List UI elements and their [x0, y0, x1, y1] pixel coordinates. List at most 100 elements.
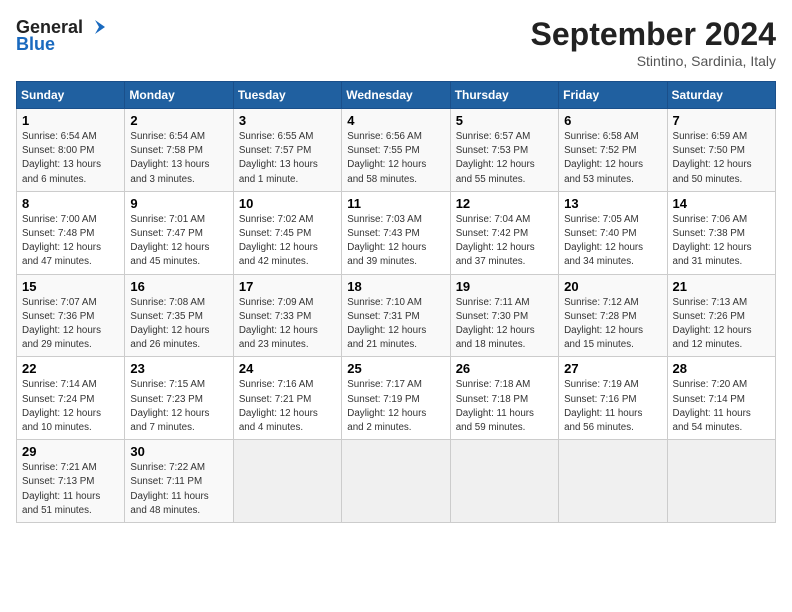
day-number: 29 [22, 444, 119, 459]
calendar-cell: 25 Sunrise: 7:17 AM Sunset: 7:19 PM Dayli… [342, 357, 450, 440]
calendar-cell: 27Sunrise: 7:19 AM Sunset: 7:16 PM Dayli… [559, 357, 667, 440]
day-info: Sunrise: 7:10 AM Sunset: 7:31 PM Dayligh… [347, 296, 444, 353]
page-header: General Blue September 2024 Stintino, Sa… [16, 16, 776, 69]
calendar-cell: 10 Sunrise: 7:02 AM Sunset: 7:45 PM Dayli… [233, 191, 341, 274]
day-info: Sunrise: 7:01 AM Sunset: 7:47 PM Dayligh… [130, 213, 227, 270]
calendar-cell: 6 Sunrise: 6:58 AM Sunset: 7:52 PM Daylig… [559, 109, 667, 192]
day-number: 19 [456, 279, 553, 294]
day-number: 21 [673, 279, 770, 294]
day-number: 20 [564, 279, 661, 294]
day-info: Sunrise: 6:57 AM Sunset: 7:53 PM Dayligh… [456, 130, 553, 187]
day-number: 18 [347, 279, 444, 294]
day-number: 15 [22, 279, 119, 294]
day-info: Sunrise: 7:21 AM Sunset: 7:13 PM Dayligh… [22, 461, 119, 518]
logo: General Blue [16, 16, 107, 55]
calendar-cell [450, 440, 558, 523]
calendar-cell: 15 Sunrise: 7:07 AM Sunset: 7:36 PM Dayli… [17, 274, 125, 357]
day-info: Sunrise: 7:07 AM Sunset: 7:36 PM Dayligh… [22, 296, 119, 353]
day-number: 14 [673, 196, 770, 211]
logo-blue: Blue [16, 34, 55, 55]
calendar-cell: 21 Sunrise: 7:13 AM Sunset: 7:26 PM Dayli… [667, 274, 775, 357]
day-info: Sunrise: 7:20 AM Sunset: 7:14 PM Dayligh… [673, 378, 770, 435]
calendar-cell [667, 440, 775, 523]
day-info: Sunrise: 6:56 AM Sunset: 7:55 PM Dayligh… [347, 130, 444, 187]
day-info: Sunrise: 6:58 AM Sunset: 7:52 PM Dayligh… [564, 130, 661, 187]
calendar-cell: 8 Sunrise: 7:00 AM Sunset: 7:48 PM Daylig… [17, 191, 125, 274]
col-header-monday: Monday [125, 82, 233, 109]
col-header-saturday: Saturday [667, 82, 775, 109]
calendar-cell: 19 Sunrise: 7:11 AM Sunset: 7:30 PM Dayli… [450, 274, 558, 357]
location-subtitle: Stintino, Sardinia, Italy [531, 53, 776, 69]
day-number: 28 [673, 361, 770, 376]
calendar-cell: 20Sunrise: 7:12 AM Sunset: 7:28 PM Dayli… [559, 274, 667, 357]
day-number: 3 [239, 113, 336, 128]
day-info: Sunrise: 7:02 AM Sunset: 7:45 PM Dayligh… [239, 213, 336, 270]
day-number: 1 [22, 113, 119, 128]
day-info: Sunrise: 7:08 AM Sunset: 7:35 PM Dayligh… [130, 296, 227, 353]
calendar-cell: 22 Sunrise: 7:14 AM Sunset: 7:24 PM Dayli… [17, 357, 125, 440]
day-number: 10 [239, 196, 336, 211]
day-number: 2 [130, 113, 227, 128]
month-title: September 2024 [531, 16, 776, 53]
calendar-cell: 9 Sunrise: 7:01 AM Sunset: 7:47 PM Daylig… [125, 191, 233, 274]
col-header-wednesday: Wednesday [342, 82, 450, 109]
day-info: Sunrise: 7:06 AM Sunset: 7:38 PM Dayligh… [673, 213, 770, 270]
day-number: 12 [456, 196, 553, 211]
logo-bird-icon [85, 16, 107, 38]
day-number: 5 [456, 113, 553, 128]
day-number: 30 [130, 444, 227, 459]
day-number: 16 [130, 279, 227, 294]
day-info: Sunrise: 7:00 AM Sunset: 7:48 PM Dayligh… [22, 213, 119, 270]
calendar-cell [342, 440, 450, 523]
calendar-cell: 5 Sunrise: 6:57 AM Sunset: 7:53 PM Daylig… [450, 109, 558, 192]
calendar-cell: 14 Sunrise: 7:06 AM Sunset: 7:38 PM Dayli… [667, 191, 775, 274]
calendar-cell: 16 Sunrise: 7:08 AM Sunset: 7:35 PM Dayli… [125, 274, 233, 357]
calendar-table: SundayMondayTuesdayWednesdayThursdayFrid… [16, 81, 776, 523]
day-info: Sunrise: 7:18 AM Sunset: 7:18 PM Dayligh… [456, 378, 553, 435]
day-info: Sunrise: 7:17 AM Sunset: 7:19 PM Dayligh… [347, 378, 444, 435]
day-info: Sunrise: 7:14 AM Sunset: 7:24 PM Dayligh… [22, 378, 119, 435]
calendar-cell: 23 Sunrise: 7:15 AM Sunset: 7:23 PM Dayli… [125, 357, 233, 440]
calendar-cell: 2 Sunrise: 6:54 AM Sunset: 7:58 PM Daylig… [125, 109, 233, 192]
day-number: 13 [564, 196, 661, 211]
day-info: Sunrise: 7:16 AM Sunset: 7:21 PM Dayligh… [239, 378, 336, 435]
day-number: 6 [564, 113, 661, 128]
calendar-cell: 4Sunrise: 6:56 AM Sunset: 7:55 PM Daylig… [342, 109, 450, 192]
calendar-cell: 29 Sunrise: 7:21 AM Sunset: 7:13 PM Dayli… [17, 440, 125, 523]
day-number: 23 [130, 361, 227, 376]
calendar-cell [233, 440, 341, 523]
day-info: Sunrise: 6:59 AM Sunset: 7:50 PM Dayligh… [673, 130, 770, 187]
day-number: 7 [673, 113, 770, 128]
day-info: Sunrise: 7:15 AM Sunset: 7:23 PM Dayligh… [130, 378, 227, 435]
day-info: Sunrise: 7:11 AM Sunset: 7:30 PM Dayligh… [456, 296, 553, 353]
day-info: Sunrise: 6:55 AM Sunset: 7:57 PM Dayligh… [239, 130, 336, 187]
calendar-cell: 7 Sunrise: 6:59 AM Sunset: 7:50 PM Daylig… [667, 109, 775, 192]
day-info: Sunrise: 7:22 AM Sunset: 7:11 PM Dayligh… [130, 461, 227, 518]
col-header-tuesday: Tuesday [233, 82, 341, 109]
day-number: 9 [130, 196, 227, 211]
day-number: 17 [239, 279, 336, 294]
day-number: 22 [22, 361, 119, 376]
calendar-cell: 11Sunrise: 7:03 AM Sunset: 7:43 PM Dayli… [342, 191, 450, 274]
calendar-cell: 3 Sunrise: 6:55 AM Sunset: 7:57 PM Daylig… [233, 109, 341, 192]
day-number: 24 [239, 361, 336, 376]
day-info: Sunrise: 7:13 AM Sunset: 7:26 PM Dayligh… [673, 296, 770, 353]
col-header-thursday: Thursday [450, 82, 558, 109]
calendar-cell: 26Sunrise: 7:18 AM Sunset: 7:18 PM Dayli… [450, 357, 558, 440]
day-info: Sunrise: 6:54 AM Sunset: 7:58 PM Dayligh… [130, 130, 227, 187]
title-block: September 2024 Stintino, Sardinia, Italy [531, 16, 776, 69]
col-header-sunday: Sunday [17, 82, 125, 109]
calendar-cell: 12 Sunrise: 7:04 AM Sunset: 7:42 PM Dayli… [450, 191, 558, 274]
day-info: Sunrise: 7:09 AM Sunset: 7:33 PM Dayligh… [239, 296, 336, 353]
day-number: 27 [564, 361, 661, 376]
calendar-cell: 1Sunrise: 6:54 AM Sunset: 8:00 PM Daylig… [17, 109, 125, 192]
day-info: Sunrise: 7:04 AM Sunset: 7:42 PM Dayligh… [456, 213, 553, 270]
calendar-cell: 18 Sunrise: 7:10 AM Sunset: 7:31 PM Dayli… [342, 274, 450, 357]
calendar-cell: 28 Sunrise: 7:20 AM Sunset: 7:14 PM Dayli… [667, 357, 775, 440]
calendar-cell [559, 440, 667, 523]
day-number: 11 [347, 196, 444, 211]
col-header-friday: Friday [559, 82, 667, 109]
calendar-cell: 24 Sunrise: 7:16 AM Sunset: 7:21 PM Dayli… [233, 357, 341, 440]
day-number: 25 [347, 361, 444, 376]
day-number: 8 [22, 196, 119, 211]
